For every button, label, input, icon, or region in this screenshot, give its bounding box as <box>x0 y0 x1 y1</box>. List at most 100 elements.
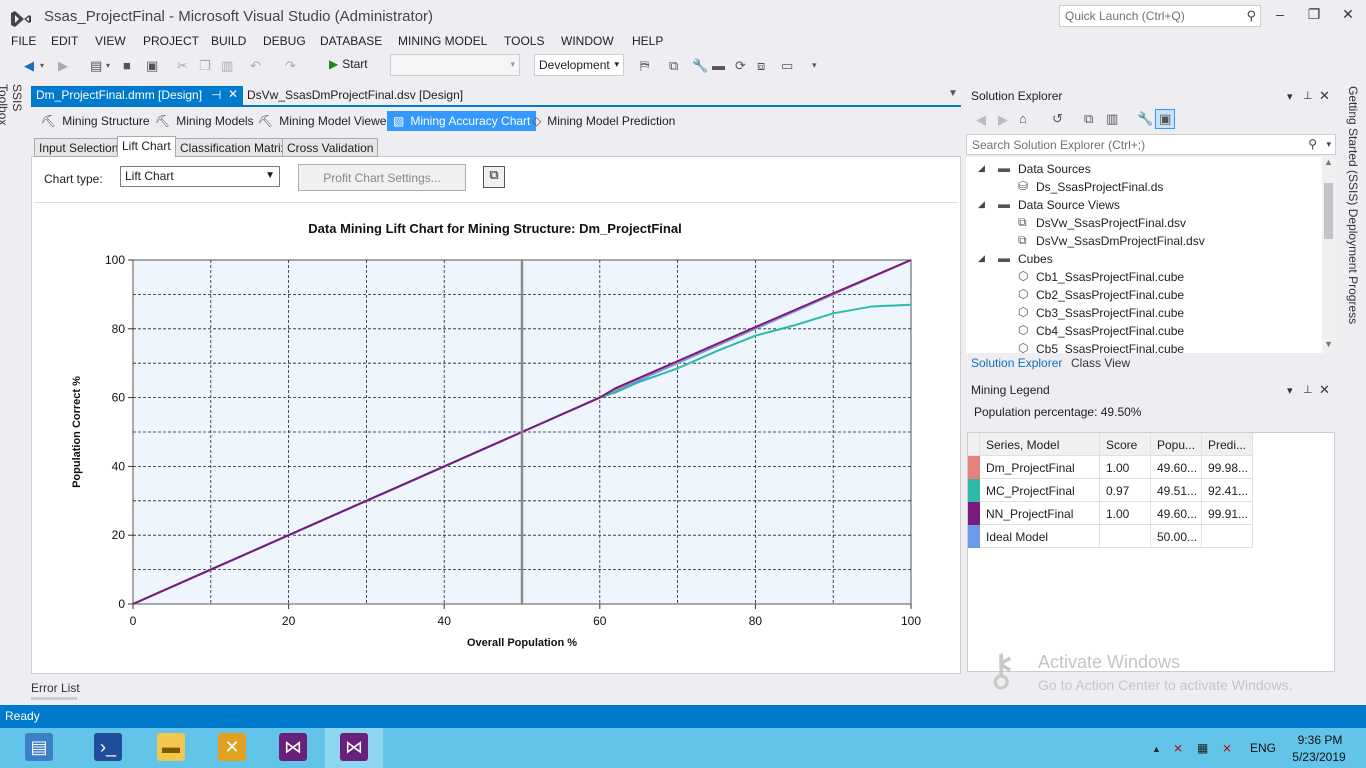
profit-chart-settings-button[interactable]: Profit Chart Settings... <box>298 164 466 191</box>
chart-type-select[interactable]: Lift Chart ▼ <box>120 166 280 187</box>
close-icon[interactable]: ✕ <box>1319 88 1330 104</box>
back-icon[interactable]: ◀ <box>24 58 34 74</box>
copy-chart-icon[interactable]: ⧉ <box>483 166 505 188</box>
collapse-all-icon[interactable]: ⧉ <box>1084 111 1093 127</box>
close-icon[interactable]: ✕ <box>1319 382 1330 398</box>
clock-time[interactable]: 9:36 PM <box>1292 733 1348 747</box>
new-dropdown-icon[interactable]: ▾ <box>106 61 110 70</box>
attach-icon[interactable]: ⛿ <box>640 58 649 74</box>
expanded-icon[interactable]: ◢ <box>978 199 985 210</box>
menu-file[interactable]: FILE <box>11 34 36 48</box>
panel-menu-icon[interactable]: ▾ <box>1287 384 1293 397</box>
menu-tools[interactable]: TOOLS <box>504 34 544 48</box>
history-icon[interactable]: ↺ <box>1052 111 1063 127</box>
legend-header-model[interactable]: Series, Model <box>980 433 1100 456</box>
pin-icon[interactable]: ⊥ <box>1303 89 1313 102</box>
preview-icon[interactable]: ▣ <box>1155 109 1176 129</box>
volume-muted-icon[interactable]: ⨯ <box>1222 741 1232 755</box>
tree-item-dsv[interactable]: ⧉ DsVw_SsasProjectFinal.dsv <box>966 214 1306 232</box>
show-all-icon[interactable]: ▥ <box>1106 111 1118 127</box>
deploy-icon[interactable]: ▭ <box>781 58 793 74</box>
menu-window[interactable]: WINDOW <box>561 34 614 48</box>
cut-icon[interactable]: ✂ <box>177 58 188 74</box>
toolbox-icon[interactable]: ▬ <box>712 58 725 73</box>
process-icon[interactable]: ⧈ <box>757 58 765 74</box>
taskbar-visual-studio-2[interactable]: ⋈ <box>325 728 383 768</box>
menu-help[interactable]: HELP <box>632 34 663 48</box>
tab-list-dropdown-icon[interactable]: ▼ <box>948 88 958 99</box>
back-icon[interactable]: ◀ <box>976 112 986 128</box>
menu-view[interactable]: VIEW <box>95 34 126 48</box>
tab-cross-validation[interactable]: Cross Validation <box>282 138 379 157</box>
menu-mining-model[interactable]: MINING MODEL <box>398 34 487 48</box>
close-window-button[interactable]: ✕ <box>1338 6 1358 23</box>
menu-debug[interactable]: DEBUG <box>263 34 306 48</box>
redo-icon[interactable]: ↷ <box>285 58 296 74</box>
pin-icon[interactable]: ⊥ <box>1303 383 1313 396</box>
tree-item-cube[interactable]: ⬡ Cb1_SsasProjectFinal.cube <box>966 268 1306 286</box>
undo-icon[interactable]: ↶ <box>250 58 261 74</box>
start-button[interactable]: ▶ Start <box>329 57 368 71</box>
ssis-toolbox-tab[interactable]: SSIS Toolbox <box>0 84 24 154</box>
forward-icon[interactable]: ▶ <box>998 112 1008 128</box>
wrench-icon[interactable]: 🔧 <box>692 58 708 74</box>
tree-item-data-source[interactable]: ⛁ Ds_SsasProjectFinal.ds <box>966 178 1306 196</box>
legend-header-predict[interactable]: Predi... <box>1202 433 1253 456</box>
menu-project[interactable]: PROJECT <box>143 34 199 48</box>
menu-database[interactable]: DATABASE <box>320 34 382 48</box>
legend-header-score[interactable]: Score <box>1100 433 1151 456</box>
copy-icon[interactable]: ❐ <box>199 58 211 74</box>
tab-input-selection[interactable]: Input Selection <box>34 138 124 157</box>
tree-item-dsv[interactable]: ⧉ DsVw_SsasDmProjectFinal.dsv <box>966 232 1306 250</box>
solution-explorer-search-input[interactable]: Search Solution Explorer (Ctrl+;) ⚲ ▾ <box>966 134 1336 155</box>
tree-item-data-source-views[interactable]: ◢ ▬ Data Source Views <box>966 196 1306 214</box>
new-project-icon[interactable]: ▤ <box>90 58 102 74</box>
refresh-icon[interactable]: ⟳ <box>735 58 746 74</box>
clock-date[interactable]: 5/23/2019 <box>1288 750 1350 764</box>
right-side-tabs[interactable]: Getting Started (SSIS) Deployment Progre… <box>1342 86 1360 326</box>
taskbar-powershell[interactable]: ›_ <box>79 728 137 768</box>
expanded-icon[interactable]: ◢ <box>978 253 985 264</box>
browse-icon[interactable]: ⧉ <box>669 58 678 74</box>
configuration-combo[interactable]: Development ▾ <box>534 54 624 76</box>
doc-tab-dmm-design[interactable]: Dm_ProjectFinal.dmm [Design] ⊣ ✕ <box>31 86 243 105</box>
tab-mining-model-viewer[interactable]: ⛏ Mining Model Viewer <box>252 111 396 131</box>
tree-item-cube[interactable]: ⬡ Cb5_SsasProjectFinal.cube <box>966 340 1306 353</box>
tab-solution-explorer[interactable]: Solution Explorer <box>971 356 1062 370</box>
save-all-icon[interactable]: ▣ <box>146 58 158 74</box>
solution-platform-combo[interactable]: ▾ <box>390 54 520 76</box>
tree-item-cube[interactable]: ⬡ Cb4_SsasProjectFinal.cube <box>966 322 1306 340</box>
menu-build[interactable]: BUILD <box>211 34 246 48</box>
scroll-up-icon[interactable]: ▲ <box>1324 157 1333 167</box>
properties-wrench-icon[interactable]: 🔧 <box>1137 111 1153 127</box>
taskbar-server-manager[interactable]: ▤ <box>10 728 68 768</box>
taskbar-file-explorer[interactable]: ▬ <box>142 728 200 768</box>
taskbar-visual-studio-1[interactable]: ⋈ <box>264 728 322 768</box>
tree-item-cubes[interactable]: ◢ ▬ Cubes <box>966 250 1306 268</box>
paste-icon[interactable]: ▥ <box>221 58 233 74</box>
panel-menu-icon[interactable]: ▾ <box>1287 90 1293 103</box>
expanded-icon[interactable]: ◢ <box>978 163 985 174</box>
tab-mining-accuracy-chart[interactable]: ▧ Mining Accuracy Chart <box>387 111 537 131</box>
scroll-down-icon[interactable]: ▼ <box>1324 339 1333 349</box>
menu-edit[interactable]: EDIT <box>51 34 78 48</box>
legend-header-population[interactable]: Popu... <box>1151 433 1202 456</box>
tab-mining-structure[interactable]: ⛏ Mining Structure <box>35 111 156 131</box>
action-center-icon[interactable]: ▦ <box>1197 741 1208 755</box>
back-dropdown-icon[interactable]: ▾ <box>40 61 44 70</box>
tree-item-data-sources[interactable]: ◢ ▬ Data Sources <box>966 160 1306 178</box>
tab-class-view[interactable]: Class View <box>1071 356 1130 370</box>
doc-tab-dsv-design[interactable]: DsVw_SsasDmProjectFinal.dsv [Design] <box>247 88 463 102</box>
toolbar-overflow-icon[interactable]: ▾ <box>812 60 817 71</box>
tab-classification-matrix[interactable]: Classification Matrix <box>175 138 292 157</box>
minimize-button[interactable]: ‒ <box>1270 6 1290 22</box>
restore-button[interactable]: ❐ <box>1304 6 1324 23</box>
network-error-icon[interactable]: ⨯ <box>1173 741 1183 755</box>
input-language[interactable]: ENG <box>1250 741 1276 755</box>
save-icon[interactable]: ■ <box>123 58 131 73</box>
tree-item-cube[interactable]: ⬡ Cb3_SsasProjectFinal.cube <box>966 304 1306 322</box>
tray-overflow-icon[interactable]: ▲ <box>1152 744 1161 754</box>
tab-mining-model-prediction[interactable]: ◇ Mining Model Prediction <box>526 111 681 131</box>
scrollbar-thumb[interactable] <box>1324 183 1333 239</box>
home-icon[interactable]: ⌂ <box>1019 111 1027 126</box>
